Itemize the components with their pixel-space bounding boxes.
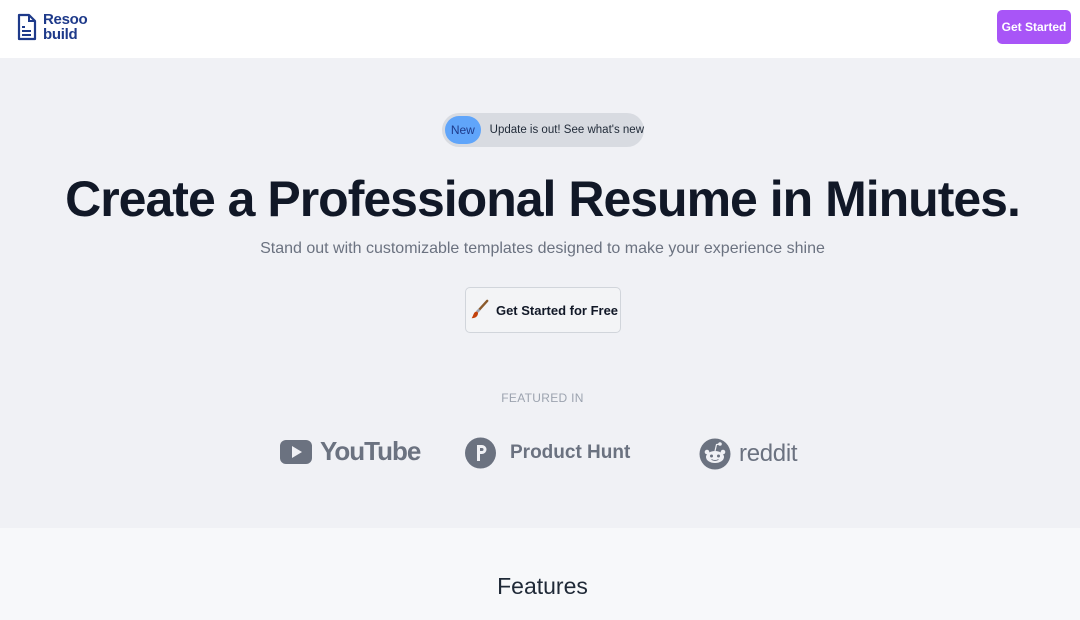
youtube-play-icon bbox=[280, 439, 312, 464]
featured-in-label: FEATURED IN bbox=[501, 391, 584, 405]
logo-line-1: Resoo bbox=[43, 11, 88, 28]
new-badge: New bbox=[445, 116, 481, 144]
product-hunt-logo[interactable]: Product Hunt bbox=[465, 434, 630, 472]
cta-label: Get Started for Free bbox=[495, 302, 619, 318]
product-hunt-wordmark: Product Hunt bbox=[510, 442, 631, 463]
logo-wordmark: Resoo build bbox=[43, 11, 88, 43]
reddit-logo[interactable]: reddit bbox=[699, 436, 798, 472]
logo-line-2: build bbox=[43, 26, 78, 43]
top-navbar: Resoo build Get Started bbox=[0, 0, 1080, 58]
announcement-text: Update is out! See what's new bbox=[489, 124, 644, 136]
document-logo-icon bbox=[17, 13, 37, 41]
youtube-wordmark: YouTube bbox=[320, 436, 421, 466]
features-section: Features bbox=[0, 528, 1080, 620]
product-hunt-icon bbox=[465, 437, 496, 469]
hero-subheadline: Stand out with customizable templates de… bbox=[260, 240, 825, 257]
get-started-button[interactable]: Get Started bbox=[997, 10, 1071, 44]
features-title: Features bbox=[497, 573, 588, 599]
youtube-logo[interactable]: YouTube bbox=[280, 436, 421, 467]
announcement-pill[interactable]: New Update is out! See what's new bbox=[442, 113, 644, 147]
get-started-free-button[interactable]: Get Started for Free bbox=[465, 287, 621, 333]
hero-headline: Create a Professional Resume in Minutes. bbox=[65, 171, 1021, 227]
paintbrush-icon bbox=[471, 299, 489, 319]
reddit-wordmark: reddit bbox=[739, 440, 798, 467]
reddit-alien-icon bbox=[699, 438, 731, 470]
logo[interactable]: Resoo build bbox=[17, 11, 88, 43]
hero-section: New Update is out! See what's new Create… bbox=[0, 58, 1080, 528]
